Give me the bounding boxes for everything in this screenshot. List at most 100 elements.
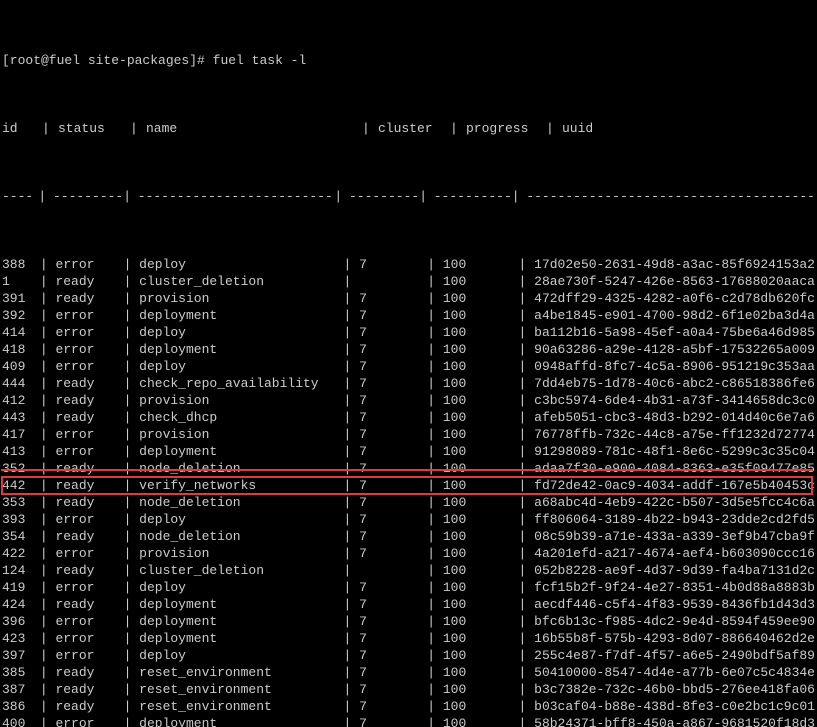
col-sep: |	[344, 545, 360, 562]
cell-status: error	[55, 256, 123, 273]
cell-cluster: 7	[359, 307, 427, 324]
cell-uuid: 90a63286-a29e-4128-a5bf-17532265a009	[534, 341, 815, 358]
cell-uuid: a4be1845-e901-4700-98d2-6f1e02ba3d4a	[534, 307, 815, 324]
cell-status: error	[55, 630, 123, 647]
col-sep: |	[344, 358, 360, 375]
col-sep: |	[519, 443, 535, 460]
table-row: 442| ready| verify_networks| 7| 100| fd7…	[2, 477, 815, 494]
col-sep: |	[427, 409, 443, 426]
cell-cluster: 7	[359, 511, 427, 528]
cell-progress: 100	[443, 375, 519, 392]
table-row: 353| ready| node_deletion| 7| 100| a68ab…	[2, 494, 815, 511]
cell-id: 385	[2, 664, 40, 681]
col-id: id	[2, 120, 42, 137]
cell-cluster: 7	[359, 358, 427, 375]
cell-uuid: b03caf04-b88e-438d-8fe3-c0e2bc1c9c01	[534, 698, 815, 715]
cell-uuid: 0948affd-8fc7-4c5a-8906-951219c353aa	[534, 358, 815, 375]
col-sep: |	[427, 698, 443, 715]
cell-status: error	[55, 358, 123, 375]
cell-id: 409	[2, 358, 40, 375]
col-sep: |	[40, 375, 56, 392]
cell-progress: 100	[443, 630, 519, 647]
col-sep: |	[519, 477, 535, 494]
col-sep: |	[124, 443, 140, 460]
col-sep: |	[40, 715, 56, 727]
col-sep: |	[40, 630, 56, 647]
col-sep: |	[344, 715, 360, 727]
col-sep: |	[519, 341, 535, 358]
cell-cluster	[359, 273, 427, 290]
col-sep: |	[427, 715, 443, 727]
table-row: 1| ready| cluster_deletion| | 100| 28ae7…	[2, 273, 815, 290]
cell-id: 414	[2, 324, 40, 341]
cell-name: deploy	[139, 324, 343, 341]
col-sep: |	[344, 579, 360, 596]
terminal[interactable]: [root@fuel site-packages]# fuel task -l …	[0, 0, 817, 727]
col-sep: |	[40, 307, 56, 324]
col-sep: |	[427, 426, 443, 443]
cell-name: deploy	[139, 511, 343, 528]
cell-id: 353	[2, 494, 40, 511]
cell-uuid: 255c4e87-f7df-4f57-a6e5-2490bdf5af89	[534, 647, 815, 664]
cell-status: error	[55, 307, 123, 324]
table-row: 385| ready| reset_environment| 7| 100| 5…	[2, 664, 815, 681]
cell-cluster: 7	[359, 477, 427, 494]
col-name: name	[146, 120, 362, 137]
table-row: 413| error| deployment| 7| 100| 91298089…	[2, 443, 815, 460]
cell-cluster: 7	[359, 681, 427, 698]
cell-id: 1	[2, 273, 40, 290]
col-sep: |	[519, 460, 535, 477]
col-sep: |	[40, 664, 56, 681]
col-sep: |	[344, 647, 360, 664]
cell-name: deploy	[139, 647, 343, 664]
cell-uuid: 052b8228-ae9f-4d37-9d39-fa4ba7131d2c	[534, 562, 815, 579]
cell-cluster: 7	[359, 630, 427, 647]
col-sep: |	[427, 579, 443, 596]
col-sep: |	[344, 256, 360, 273]
cell-cluster: 7	[359, 409, 427, 426]
cell-id: 392	[2, 307, 40, 324]
cell-id: 422	[2, 545, 40, 562]
cell-progress: 100	[443, 392, 519, 409]
col-sep: |	[344, 494, 360, 511]
col-sep: |	[124, 290, 140, 307]
cell-cluster: 7	[359, 256, 427, 273]
col-sep: |	[519, 579, 535, 596]
cell-uuid: 91298089-781c-48f1-8e6c-5299c3c35c04	[534, 443, 815, 460]
col-sep: |	[519, 698, 535, 715]
col-sep: |	[42, 120, 58, 137]
col-sep: |	[40, 443, 56, 460]
cell-name: deployment	[139, 715, 343, 727]
col-sep: |	[519, 290, 535, 307]
cell-status: error	[55, 647, 123, 664]
col-sep: |	[40, 562, 56, 579]
cell-progress: 100	[443, 409, 519, 426]
col-sep: |	[40, 579, 56, 596]
col-sep: |	[427, 307, 443, 324]
cell-name: provision	[139, 545, 343, 562]
col-sep: |	[427, 528, 443, 545]
col-sep: |	[519, 562, 535, 579]
cell-cluster: 7	[359, 647, 427, 664]
cell-status: error	[55, 545, 123, 562]
cell-status: error	[55, 511, 123, 528]
cell-cluster: 7	[359, 290, 427, 307]
table-row: 354| ready| node_deletion| 7| 100| 08c59…	[2, 528, 815, 545]
cell-progress: 100	[443, 511, 519, 528]
cell-name: cluster_deletion	[139, 273, 343, 290]
cell-id: 388	[2, 256, 40, 273]
col-sep: |	[40, 596, 56, 613]
cell-id: 413	[2, 443, 40, 460]
col-sep: |	[40, 647, 56, 664]
col-sep: |	[344, 409, 360, 426]
cell-progress: 100	[443, 324, 519, 341]
table-header: id | status | name | cluster | progress …	[2, 120, 815, 137]
cell-progress: 100	[443, 579, 519, 596]
col-sep: |	[519, 358, 535, 375]
cell-uuid: bfc6b13c-f985-4dc2-9e4d-8594f459ee90	[534, 613, 815, 630]
col-sep: |	[519, 630, 535, 647]
col-sep: |	[124, 307, 140, 324]
cell-name: check_repo_availability	[139, 375, 343, 392]
cell-name: deployment	[139, 443, 343, 460]
col-sep: |	[344, 392, 360, 409]
